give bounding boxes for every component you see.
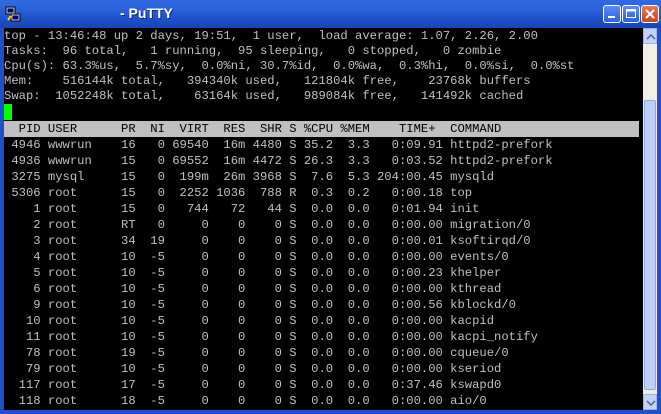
process-row: 117 root 17 -5 0 0 0 S 0.0 0.0 0:37.46 k… (4, 378, 502, 392)
process-row: 5306 root 15 0 2252 1036 788 R 0.3 0.2 0… (4, 186, 473, 200)
scroll-down-button[interactable] (643, 394, 657, 410)
minimize-button[interactable] (603, 5, 621, 23)
terminal-cursor (4, 104, 12, 120)
process-row: 78 root 19 -5 0 0 0 S 0.0 0.0 0:00.00 cq… (4, 346, 509, 360)
title-bar[interactable]: - PuTTY (0, 0, 661, 28)
putty-app-icon[interactable] (5, 6, 21, 22)
process-row: 5 root 10 -5 0 0 0 S 0.0 0.0 0:00.23 khe… (4, 266, 502, 280)
summary-line-swap: Swap: 1052248k total, 63164k used, 98908… (4, 89, 524, 103)
window-border-right (657, 28, 661, 414)
vertical-scrollbar[interactable] (643, 28, 657, 410)
process-row: 10 root 10 -5 0 0 0 S 0.0 0.0 0:00.00 ka… (4, 314, 495, 328)
close-icon (645, 9, 655, 19)
scrollbar-thumb[interactable] (644, 100, 656, 390)
process-row: 2 root RT 0 0 0 0 S 0.0 0.0 0:00.00 migr… (4, 218, 531, 232)
process-table-header: PID USER PR NI VIRT RES SHR S %CPU %MEM … (4, 121, 639, 137)
process-row: 4946 wwwrun 16 0 69540 16m 4480 S 35.2 3… (4, 138, 553, 152)
minimize-icon (608, 16, 615, 18)
arrow-down-icon (646, 400, 656, 407)
summary-line-cpu: Cpu(s): 63.3%us, 5.7%sy, 0.0%ni, 30.7%id… (4, 59, 575, 73)
summary-line-tasks: Tasks: 96 total, 1 running, 95 sleeping,… (4, 44, 502, 58)
window-title: - PuTTY (120, 5, 173, 21)
process-row: 3 root 34 19 0 0 0 S 0.0 0.0 0:00.01 kso… (4, 234, 531, 248)
maximize-button[interactable] (622, 5, 640, 23)
process-row: 9 root 10 -5 0 0 0 S 0.0 0.0 0:00.56 kbl… (4, 298, 516, 312)
summary-line-mem: Mem: 516144k total, 394340k used, 121804… (4, 74, 531, 88)
maximize-icon (626, 9, 636, 18)
process-row: 79 root 10 -5 0 0 0 S 0.0 0.0 0:00.00 ks… (4, 362, 502, 376)
summary-line-uptime: top - 13:46:48 up 2 days, 19:51, 1 user,… (4, 29, 538, 43)
process-row: 3275 mysql 15 0 199m 26m 3968 S 7.6 5.3 … (4, 170, 495, 184)
close-button[interactable] (641, 5, 659, 23)
process-row: 118 root 18 -5 0 0 0 S 0.0 0.0 0:00.00 a… (4, 394, 487, 408)
window-border-bottom (0, 410, 661, 414)
terminal-screen[interactable]: top - 13:46:48 up 2 days, 19:51, 1 user,… (4, 28, 643, 410)
process-row: 4936 wwwrun 15 0 69552 16m 4472 S 26.3 3… (4, 154, 553, 168)
process-row: 11 root 10 -5 0 0 0 S 0.0 0.0 0:00.00 ka… (4, 330, 538, 344)
process-row: 1 root 15 0 744 72 44 S 0.0 0.0 0:01.94 … (4, 202, 480, 216)
putty-window: - PuTTY top - 13:46:48 up 2 days, 19:51,… (0, 0, 661, 414)
process-row: 6 root 10 -5 0 0 0 S 0.0 0.0 0:00.00 kth… (4, 282, 502, 296)
arrow-up-icon (646, 33, 656, 40)
process-table-header-text: PID USER PR NI VIRT RES SHR S %CPU %MEM … (4, 122, 502, 136)
scroll-up-button[interactable] (643, 28, 657, 44)
process-row: 4 root 10 -5 0 0 0 S 0.0 0.0 0:00.00 eve… (4, 250, 509, 264)
